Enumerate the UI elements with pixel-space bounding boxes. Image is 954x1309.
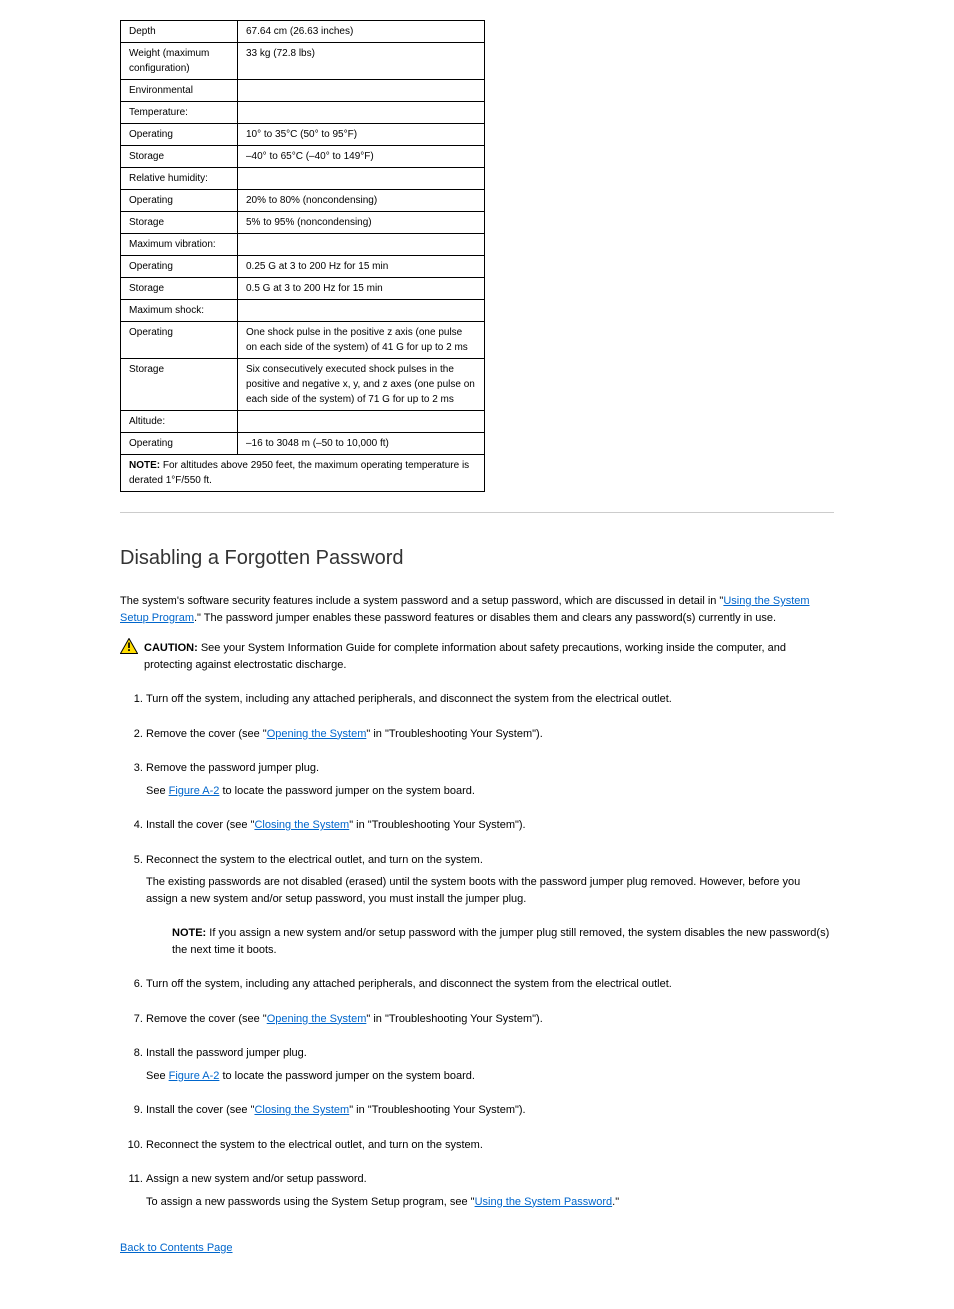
step-item: Turn off the system, including any attac…	[146, 691, 834, 708]
spec-value-cell: 33 kg (72.8 lbs)	[238, 43, 485, 80]
figure-link[interactable]: Figure A-2	[169, 1070, 220, 1082]
table-row: Maximum shock:	[121, 300, 485, 322]
table-row: Altitude:	[121, 411, 485, 433]
table-note-row: NOTE: For altitudes above 2950 feet, the…	[121, 455, 485, 492]
procedure-steps: Turn off the system, including any attac…	[120, 691, 834, 1210]
table-row: Operating20% to 80% (noncondensing)	[121, 190, 485, 212]
spec-value-cell: 20% to 80% (noncondensing)	[238, 190, 485, 212]
spec-name-cell: Operating	[121, 124, 238, 146]
spec-name-cell: Depth	[121, 21, 238, 43]
spec-name-cell: Storage	[121, 278, 238, 300]
table-row: Operating10° to 35°C (50° to 95°F)	[121, 124, 485, 146]
note-block: NOTE: If you assign a new system and/or …	[172, 925, 834, 958]
spec-value-cell: 67.64 cm (26.63 inches)	[238, 21, 485, 43]
step-link[interactable]: Opening the System	[267, 728, 367, 740]
table-row: Relative humidity:	[121, 168, 485, 190]
spec-value-cell	[238, 80, 485, 102]
step-item: Install the password jumper plug.See Fig…	[146, 1045, 834, 1084]
spec-value-cell: 5% to 95% (noncondensing)	[238, 212, 485, 234]
spec-name-cell: Operating	[121, 256, 238, 278]
spec-name-cell: Operating	[121, 433, 238, 455]
section-divider	[120, 512, 834, 513]
spec-name-cell: Storage	[121, 359, 238, 411]
spec-name-cell: Maximum vibration:	[121, 234, 238, 256]
caution-body: See your System Information Guide for co…	[144, 642, 786, 671]
table-note-cell: NOTE: For altitudes above 2950 feet, the…	[121, 455, 485, 492]
table-row: Depth67.64 cm (26.63 inches)	[121, 21, 485, 43]
spec-value-cell	[238, 411, 485, 433]
step-item: Remove the cover (see "Opening the Syste…	[146, 1011, 834, 1028]
step-item: Remove the password jumper plug.See Figu…	[146, 760, 834, 799]
spec-name-cell: Operating	[121, 322, 238, 359]
step-link[interactable]: Closing the System	[254, 819, 349, 831]
caution-label: CAUTION:	[144, 642, 198, 654]
caution-text: CAUTION: See your System Information Gui…	[144, 638, 834, 673]
spec-value-cell: 0.5 G at 3 to 200 Hz for 15 min	[238, 278, 485, 300]
table-row: Environmental	[121, 80, 485, 102]
step-link[interactable]: Closing the System	[254, 1104, 349, 1116]
spec-value-cell: Six consecutively executed shock pulses …	[238, 359, 485, 411]
spec-value-cell	[238, 102, 485, 124]
step-subtext: See Figure A-2 to locate the password ju…	[146, 1068, 834, 1085]
spec-value-cell: One shock pulse in the positive z axis (…	[238, 322, 485, 359]
table-row: Temperature:	[121, 102, 485, 124]
step-item: Assign a new system and/or setup passwor…	[146, 1171, 834, 1210]
step-item: Turn off the system, including any attac…	[146, 976, 834, 993]
note-label: NOTE:	[172, 927, 206, 939]
spec-value-cell	[238, 300, 485, 322]
table-row: Maximum vibration:	[121, 234, 485, 256]
table-row: Storage5% to 95% (noncondensing)	[121, 212, 485, 234]
spec-value-cell: –16 to 3048 m (–50 to 10,000 ft)	[238, 433, 485, 455]
caution-icon	[120, 638, 138, 673]
table-row: Operating0.25 G at 3 to 200 Hz for 15 mi…	[121, 256, 485, 278]
table-row: OperatingOne shock pulse in the positive…	[121, 322, 485, 359]
step-paragraph: To assign a new passwords using the Syst…	[146, 1194, 834, 1211]
step-item: Reconnect the system to the electrical o…	[146, 1137, 834, 1154]
spec-value-cell: 0.25 G at 3 to 200 Hz for 15 min	[238, 256, 485, 278]
back-to-contents-link[interactable]: Back to Contents Page	[120, 1242, 233, 1254]
specifications-table: Depth67.64 cm (26.63 inches)Weight (maxi…	[120, 20, 485, 492]
table-row: Weight (maximum configuration)33 kg (72.…	[121, 43, 485, 80]
step-link[interactable]: Opening the System	[267, 1013, 367, 1025]
table-row: Storage0.5 G at 3 to 200 Hz for 15 min	[121, 278, 485, 300]
caution-block: CAUTION: See your System Information Gui…	[120, 638, 834, 673]
intro-text-a: The system's software security features …	[120, 595, 723, 607]
step-item: Install the cover (see "Closing the Syst…	[146, 1102, 834, 1119]
spec-value-cell	[238, 234, 485, 256]
step-link[interactable]: Using the System Password	[475, 1196, 613, 1208]
spec-value-cell	[238, 168, 485, 190]
step-subtext: See Figure A-2 to locate the password ju…	[146, 783, 834, 800]
spec-name-cell: Storage	[121, 146, 238, 168]
spec-name-cell: Relative humidity:	[121, 168, 238, 190]
intro-paragraph: The system's software security features …	[120, 593, 834, 626]
spec-name-cell: Environmental	[121, 80, 238, 102]
spec-name-cell: Altitude:	[121, 411, 238, 433]
table-row: Storage–40° to 65°C (–40° to 149°F)	[121, 146, 485, 168]
step-item: Install the cover (see "Closing the Syst…	[146, 817, 834, 834]
table-row: Operating–16 to 3048 m (–50 to 10,000 ft…	[121, 433, 485, 455]
step-item: Remove the cover (see "Opening the Syste…	[146, 726, 834, 743]
step-item: Reconnect the system to the electrical o…	[146, 852, 834, 959]
figure-link[interactable]: Figure A-2	[169, 785, 220, 797]
spec-name-cell: Operating	[121, 190, 238, 212]
spec-name-cell: Weight (maximum configuration)	[121, 43, 238, 80]
spec-name-cell: Maximum shock:	[121, 300, 238, 322]
spec-value-cell: 10° to 35°C (50° to 95°F)	[238, 124, 485, 146]
table-row: StorageSix consecutively executed shock …	[121, 359, 485, 411]
spec-name-cell: Storage	[121, 212, 238, 234]
spec-value-cell: –40° to 65°C (–40° to 149°F)	[238, 146, 485, 168]
step-paragraph: The existing passwords are not disabled …	[146, 874, 834, 907]
spec-name-cell: Temperature:	[121, 102, 238, 124]
intro-text-b: ." The password jumper enables these pas…	[194, 612, 776, 624]
section-heading: Disabling a Forgotten Password	[120, 543, 834, 573]
